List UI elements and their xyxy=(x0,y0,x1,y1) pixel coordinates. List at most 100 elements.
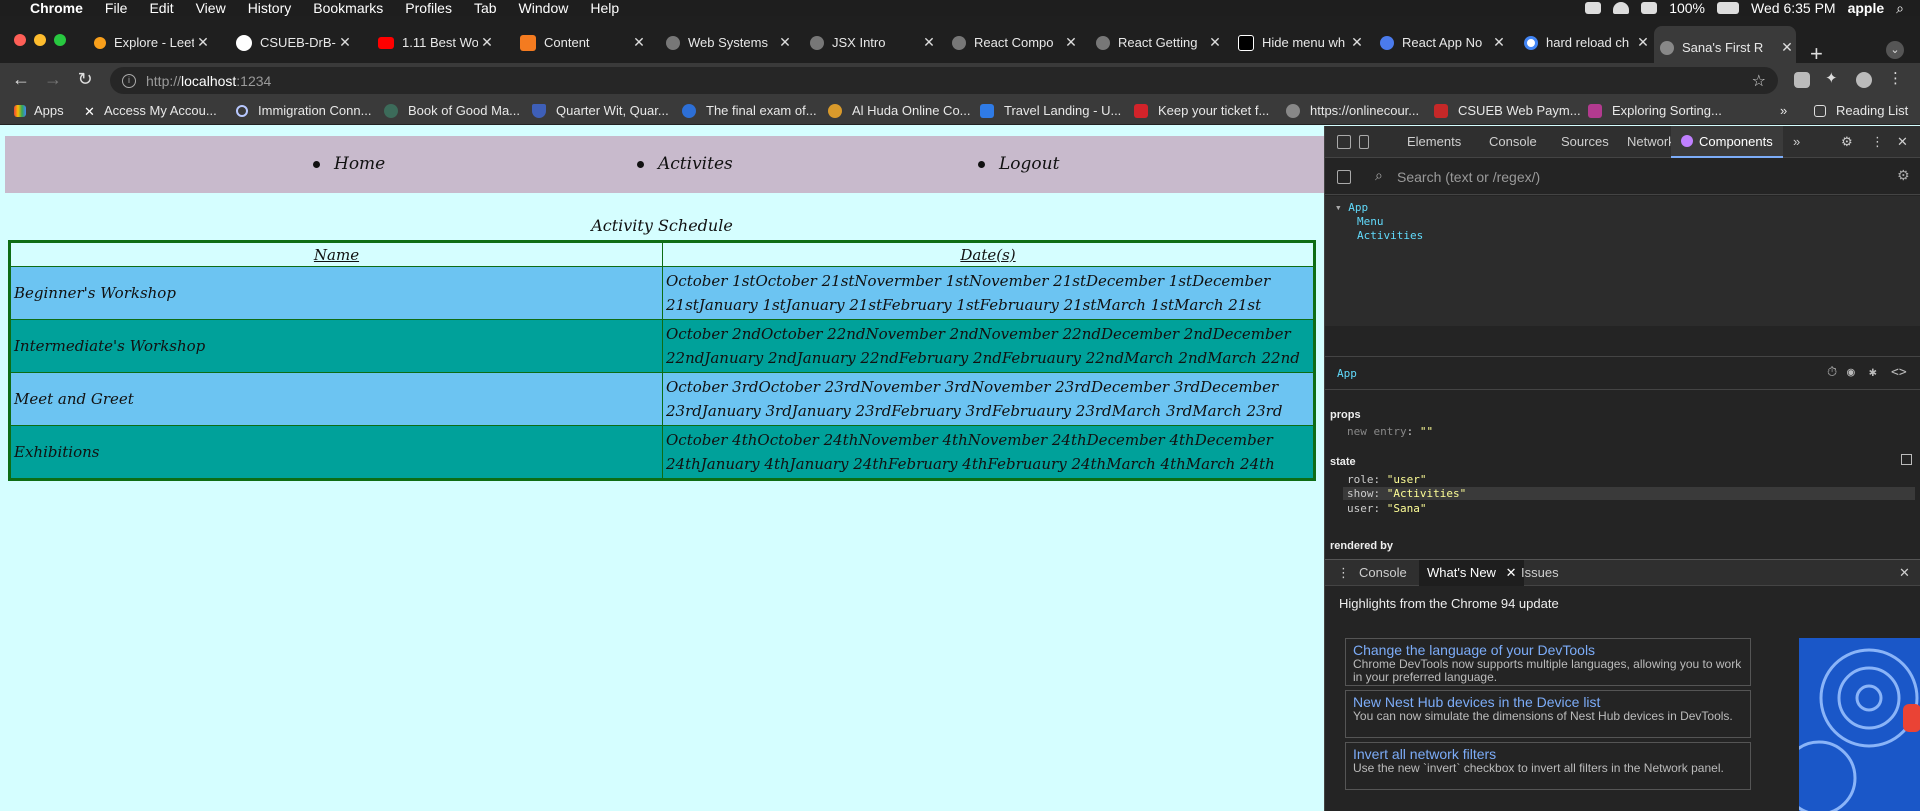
devtools-tab-network[interactable]: Network xyxy=(1627,134,1675,149)
tab-hide-menu[interactable]: Hide menu wh ✕ xyxy=(1232,26,1366,59)
more-tabs-icon[interactable]: » xyxy=(1793,134,1800,149)
tab-csueb-drb[interactable]: CSUEB-DrB-C ✕ xyxy=(230,26,354,59)
menu-view[interactable]: View xyxy=(196,0,226,16)
bookmark-item[interactable]: ✕ Access My Accou... xyxy=(84,103,217,119)
drawer-menu-icon[interactable]: ⋮ xyxy=(1337,565,1350,581)
kebab-menu-icon[interactable]: ⋮ xyxy=(1871,134,1884,150)
bookmark-item[interactable]: Exploring Sorting... xyxy=(1588,103,1722,118)
close-devtools-icon[interactable]: ✕ xyxy=(1897,134,1908,150)
back-button[interactable]: ← xyxy=(10,69,32,90)
bookmark-item[interactable]: CSUEB Web Paym... xyxy=(1434,103,1581,118)
tab-best-words[interactable]: 1.11 Best Wors ✕ xyxy=(372,26,496,59)
close-tab-icon[interactable]: ✕ xyxy=(1348,34,1366,51)
devtools-tab-console[interactable]: Console xyxy=(1489,134,1537,149)
view-source-icon[interactable]: <> xyxy=(1891,365,1907,380)
close-tab-icon[interactable]: ✕ xyxy=(1506,565,1517,580)
card-title[interactable]: Invert all network filters xyxy=(1353,746,1743,762)
bookmark-item[interactable]: Travel Landing - U... xyxy=(980,103,1121,118)
nav-home[interactable]: Home xyxy=(313,154,385,174)
state-row[interactable]: role: "user" xyxy=(1347,473,1427,486)
tab-explore-leet[interactable]: Explore - Leet ✕ xyxy=(88,26,212,59)
menubar-user[interactable]: apple xyxy=(1848,0,1885,16)
menu-help[interactable]: Help xyxy=(590,0,619,16)
reload-button[interactable]: ↻ xyxy=(74,69,96,90)
close-tab-icon[interactable]: ✕ xyxy=(1062,34,1080,51)
tree-item-menu[interactable]: Menu xyxy=(1357,215,1384,228)
tab-react-components[interactable]: React Compo ✕ xyxy=(946,26,1080,59)
close-tab-icon[interactable]: ✕ xyxy=(1778,39,1796,56)
tree-item-app[interactable]: ▾ App xyxy=(1335,201,1368,214)
close-tab-icon[interactable]: ✕ xyxy=(194,34,212,51)
menu-tab[interactable]: Tab xyxy=(474,0,497,16)
close-tab-icon[interactable]: ✕ xyxy=(336,34,354,51)
menu-bookmarks[interactable]: Bookmarks xyxy=(313,0,383,16)
bookmarks-overflow-icon[interactable]: » xyxy=(1780,103,1787,118)
close-tab-icon[interactable]: ✕ xyxy=(776,34,794,51)
settings-gear-icon[interactable]: ⚙ xyxy=(1841,134,1853,150)
close-tab-icon[interactable]: ✕ xyxy=(1206,34,1224,51)
state-row[interactable]: show: "Activities" xyxy=(1343,487,1915,500)
card-title[interactable]: New Nest Hub devices in the Device list xyxy=(1353,694,1743,710)
nav-activities[interactable]: Activites xyxy=(637,154,733,174)
kebab-menu-icon[interactable]: ⋮ xyxy=(1888,69,1904,87)
site-info-icon[interactable]: i xyxy=(122,73,136,88)
prop-row[interactable]: new entry: "" xyxy=(1347,425,1433,438)
bookmark-star-icon[interactable]: ☆ xyxy=(1752,71,1766,91)
bookmark-item[interactable]: Quarter Wit, Quar... xyxy=(532,103,669,118)
menubar-clock[interactable]: Wed 6:35 PM xyxy=(1751,0,1836,16)
menu-profiles[interactable]: Profiles xyxy=(405,0,452,16)
settings-gear-icon[interactable]: ⚙ xyxy=(1897,167,1910,184)
bookmark-item[interactable]: Immigration Conn... xyxy=(236,103,371,118)
tab-jsx-intro[interactable]: JSX Intro ✕ xyxy=(804,26,938,59)
battery-icon[interactable] xyxy=(1717,2,1740,14)
inspect-element-icon[interactable] xyxy=(1337,135,1351,149)
devtools-tab-elements[interactable]: Elements xyxy=(1407,134,1461,149)
tab-react-getting[interactable]: React Getting ✕ xyxy=(1090,26,1224,59)
card-title[interactable]: Change the language of your DevTools xyxy=(1353,642,1743,658)
minimize-window-icon[interactable] xyxy=(34,34,46,46)
address-bar[interactable]: i http://localhost:1234 ☆ xyxy=(110,67,1778,94)
whats-new-card[interactable]: Change the language of your DevTools Chr… xyxy=(1345,638,1751,686)
tab-content[interactable]: Content ✕ xyxy=(514,26,648,59)
drawer-tab-console[interactable]: Console xyxy=(1359,565,1407,580)
tab-search-chevron-icon[interactable]: ⌄ xyxy=(1886,41,1904,59)
select-component-icon[interactable] xyxy=(1337,170,1351,184)
menu-app-name[interactable]: Chrome xyxy=(30,0,83,16)
state-value-editing[interactable]: "Activities" xyxy=(1387,487,1466,500)
tab-hard-reload[interactable]: hard reload ch ✕ xyxy=(1518,26,1652,59)
spotlight-icon[interactable]: ⌕ xyxy=(1896,0,1904,17)
devtools-tab-sources[interactable]: Sources xyxy=(1561,134,1609,149)
menu-window[interactable]: Window xyxy=(519,0,569,16)
menu-edit[interactable]: Edit xyxy=(149,0,173,16)
component-search-input[interactable]: Search (text or /regex/) xyxy=(1397,169,1540,185)
bookmark-item[interactable]: Keep your ticket f... xyxy=(1134,103,1269,118)
volume-icon[interactable] xyxy=(1641,2,1658,14)
extension-icon[interactable] xyxy=(1794,72,1810,88)
close-tab-icon[interactable]: ✕ xyxy=(920,34,938,51)
whats-new-card[interactable]: New Nest Hub devices in the Device list … xyxy=(1345,690,1751,738)
menu-history[interactable]: History xyxy=(248,0,292,16)
bookmark-item[interactable]: The final exam of... xyxy=(682,103,817,118)
profile-avatar-icon[interactable] xyxy=(1856,72,1872,88)
menu-file[interactable]: File xyxy=(105,0,128,16)
state-row[interactable]: user: "Sana" xyxy=(1347,502,1427,515)
tab-web-systems[interactable]: Web Systems ✕ xyxy=(660,26,794,59)
timer-icon[interactable]: ⏱ xyxy=(1827,365,1837,380)
forward-button[interactable]: → xyxy=(42,69,64,90)
bug-icon[interactable]: ✱ xyxy=(1869,365,1877,380)
wifi-icon[interactable] xyxy=(1613,2,1630,14)
copy-icon[interactable] xyxy=(1901,454,1912,465)
drawer-tab-issues[interactable]: Issues xyxy=(1521,565,1559,580)
device-toolbar-icon[interactable] xyxy=(1359,135,1369,149)
close-tab-icon[interactable]: ✕ xyxy=(478,34,496,51)
eye-icon[interactable]: ◉ xyxy=(1847,365,1855,380)
close-window-icon[interactable] xyxy=(14,34,26,46)
camera-icon[interactable] xyxy=(1585,2,1602,14)
puzzle-extensions-icon[interactable]: ✦ xyxy=(1825,69,1841,87)
bookmark-item[interactable]: https://onlinecour... xyxy=(1286,103,1419,118)
zoom-window-icon[interactable] xyxy=(54,34,66,46)
drawer-tab-whats-new[interactable]: What's New ✕ xyxy=(1419,560,1525,587)
devtools-tab-components[interactable]: Components xyxy=(1671,126,1783,158)
close-tab-icon[interactable]: ✕ xyxy=(630,34,648,51)
whats-new-card[interactable]: Invert all network filters Use the new `… xyxy=(1345,742,1751,790)
